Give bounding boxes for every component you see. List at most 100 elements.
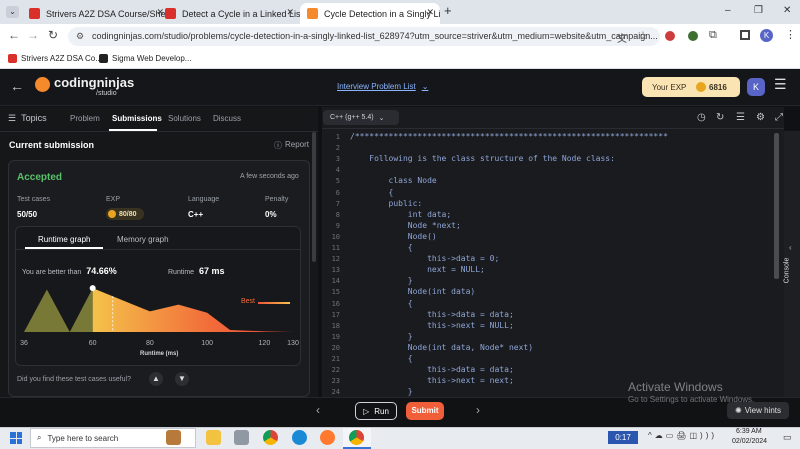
- translate-icon[interactable]: 文: [617, 30, 627, 45]
- stat-value: 80/80: [119, 210, 137, 218]
- run-button[interactable]: ▷ Run: [355, 402, 397, 420]
- side-panel-icon[interactable]: [740, 30, 750, 40]
- bookmark-star-icon[interactable]: ☆: [638, 29, 648, 42]
- chrome-icon: [349, 430, 364, 445]
- minimize-button[interactable]: –: [725, 5, 731, 16]
- runtime-label: Runtime: [168, 269, 195, 276]
- beaver-widget-icon[interactable]: [166, 430, 181, 445]
- forward-arrow-icon[interactable]: →: [27, 28, 39, 42]
- logo-icon: [35, 77, 50, 92]
- line-number: 6: [335, 188, 340, 197]
- stat-value: 50/50: [17, 210, 38, 219]
- site-info-icon[interactable]: ⚙: [76, 27, 84, 46]
- list-icon[interactable]: ☰: [736, 112, 745, 123]
- taskbar-clock-date[interactable]: 02/02/2024: [732, 438, 767, 445]
- line-number: 16: [331, 299, 340, 308]
- tab-problem[interactable]: Problem: [70, 114, 100, 123]
- close-tab-icon[interactable]: ✕: [286, 7, 294, 18]
- tab-submissions[interactable]: Submissions: [112, 114, 162, 123]
- code-line: Node(int data, Node* next): [350, 342, 534, 352]
- runtime-area-above: [92, 288, 294, 332]
- chrome-icon[interactable]: [263, 430, 278, 445]
- active-app-chrome[interactable]: [343, 428, 371, 449]
- close-window-button[interactable]: ✕: [783, 5, 791, 16]
- line-number: 22: [331, 366, 340, 375]
- runtime-chart: 36 60 80 100 120 130: [20, 285, 299, 347]
- submit-button[interactable]: Submit: [406, 402, 444, 420]
- browser-tab-detect-cycle[interactable]: Detect a Cycle in a Linked List - ✕: [158, 3, 300, 24]
- user-avatar[interactable]: K: [747, 78, 765, 96]
- tab-search-button[interactable]: ⌄: [6, 6, 19, 18]
- browser-menu-icon[interactable]: ⋮: [785, 28, 796, 41]
- thumbs-down-icon[interactable]: ▼: [175, 372, 189, 386]
- left-scrollbar[interactable]: [312, 132, 316, 262]
- back-arrow-icon[interactable]: ←: [10, 78, 24, 94]
- striver-favicon-icon: [165, 8, 176, 19]
- runtime-text: Runtime 67 ms: [168, 266, 225, 276]
- logo-name[interactable]: codingninjas: [54, 75, 134, 90]
- line-number: 18: [331, 321, 340, 330]
- line-number: 9: [335, 221, 340, 230]
- puzzle-icon[interactable]: ⧉: [709, 29, 717, 42]
- feedback-question: Did you find these test cases useful?: [17, 376, 132, 383]
- line-number: 3: [335, 155, 340, 164]
- tab-memory-graph[interactable]: Memory graph: [117, 235, 169, 244]
- tab-discuss[interactable]: Discuss: [213, 114, 241, 123]
- exp-badge[interactable]: Your EXP 6816: [642, 77, 740, 97]
- tab-solutions[interactable]: Solutions: [168, 114, 201, 123]
- console-panel-tab[interactable]: ‹ Console: [783, 131, 800, 397]
- reload-icon[interactable]: ↻: [48, 28, 58, 42]
- timer-icon[interactable]: ◷: [697, 112, 706, 123]
- codingninjas-favicon-icon: [307, 8, 318, 19]
- bookmark-item[interactable]: Sigma Web Develop...: [99, 54, 191, 63]
- bookmark-item[interactable]: Strivers A2Z DSA Co...: [8, 54, 102, 63]
- tab-runtime-graph[interactable]: Runtime graph: [38, 235, 90, 244]
- profile-avatar[interactable]: K: [760, 29, 773, 42]
- reset-icon[interactable]: ↻: [716, 112, 724, 123]
- tab-title: Detect a Cycle in a Linked List -: [182, 8, 300, 19]
- activate-windows-subtitle: Go to Settings to activate Windows.: [628, 395, 755, 404]
- back-arrow-icon[interactable]: ←: [8, 28, 20, 42]
- settings-icon[interactable]: ⚙: [756, 112, 765, 123]
- extension-icon[interactable]: [688, 31, 698, 41]
- section-title: Current submission: [9, 140, 95, 150]
- exp-value: 6816: [709, 83, 727, 92]
- notification-icon[interactable]: ▭: [783, 432, 792, 443]
- browser-tab-cycle-detection[interactable]: Cycle Detection in a Singly Linke ✕: [300, 3, 440, 24]
- striver-favicon-icon: [29, 8, 40, 19]
- file-explorer-icon[interactable]: [206, 430, 221, 445]
- language-selector[interactable]: C++ (g++ 5.4) ⌄: [323, 110, 399, 125]
- line-number: 11: [331, 244, 340, 252]
- firefox-icon[interactable]: [320, 430, 335, 445]
- prev-arrow-icon[interactable]: ‹: [316, 403, 320, 417]
- edge-icon[interactable]: [292, 430, 307, 445]
- new-tab-button[interactable]: +: [444, 3, 452, 18]
- hamburger-menu-icon[interactable]: ☰: [774, 76, 787, 93]
- code-line: Following is the class structure of the …: [350, 154, 615, 164]
- report-button[interactable]: ⓘ Report: [274, 140, 309, 151]
- x-tick-label: 130: [287, 340, 299, 347]
- taskbar-clock-time[interactable]: 6:39 AM: [736, 428, 762, 435]
- restore-button[interactable]: ❐: [754, 5, 763, 16]
- recording-timer[interactable]: 0:17: [608, 431, 638, 444]
- line-number: 2: [335, 144, 340, 153]
- tab-title: Cycle Detection in a Singly Linke: [324, 8, 440, 19]
- camera-app-icon[interactable]: [234, 430, 249, 445]
- fullscreen-icon[interactable]: ⤢: [775, 112, 783, 123]
- interview-list-dropdown[interactable]: Interview Problem List ⌄: [337, 82, 428, 91]
- windows-start-icon[interactable]: [10, 432, 22, 444]
- line-number: 14: [331, 277, 340, 286]
- line-number: 8: [335, 210, 340, 219]
- topics-button[interactable]: ☰ Topics: [8, 113, 47, 124]
- code-line: }: [350, 331, 413, 341]
- exp-pill: 80/80: [106, 208, 144, 220]
- system-tray-icons[interactable]: ^☁▭🖨◫))): [648, 431, 717, 440]
- editor-scrollbar[interactable]: [774, 133, 779, 279]
- address-bar[interactable]: ⚙ codingninjas.com/studio/problems/cycle…: [68, 27, 660, 46]
- view-hints-button[interactable]: ✺ View hints: [727, 402, 789, 419]
- thumbs-up-icon[interactable]: ▲: [149, 372, 163, 386]
- next-arrow-icon[interactable]: ›: [476, 403, 480, 417]
- browser-tab-striver[interactable]: Strivers A2Z DSA Course/Sheet ✕: [22, 3, 170, 24]
- close-tab-icon[interactable]: ✕: [426, 7, 434, 18]
- extension-icon[interactable]: [665, 31, 675, 41]
